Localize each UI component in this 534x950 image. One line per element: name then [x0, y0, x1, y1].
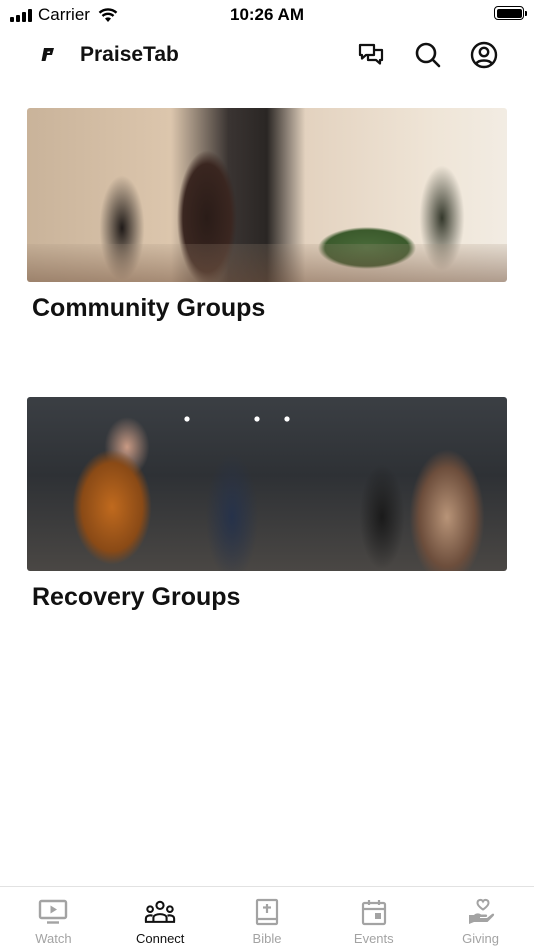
- tab-label-bible: Bible: [252, 931, 282, 946]
- recovery-groups-card[interactable]: Recovery Groups: [27, 397, 507, 612]
- chat-icon[interactable]: [356, 40, 386, 70]
- bottom-tab-bar: Watch Connect Bible Events Giving: [0, 886, 534, 950]
- recovery-groups-photo: [27, 397, 507, 571]
- people-icon: [144, 897, 176, 927]
- bible-icon: [251, 897, 283, 927]
- tab-events[interactable]: Events: [320, 887, 427, 950]
- tab-label-giving: Giving: [462, 931, 500, 946]
- community-groups-title: Community Groups: [32, 294, 266, 322]
- tab-bible[interactable]: Bible: [214, 887, 321, 950]
- community-groups-photo: [27, 108, 507, 282]
- tab-label-connect: Connect: [135, 931, 185, 946]
- battery-icon: [494, 6, 527, 20]
- community-groups-card[interactable]: Community Groups: [27, 108, 507, 323]
- tab-label-watch: Watch: [35, 931, 72, 946]
- app-title: PraiseTab: [80, 43, 179, 66]
- recovery-groups-title: Recovery Groups: [32, 583, 241, 611]
- status-time: 10:26 AM: [229, 5, 304, 24]
- hand-heart-icon: [465, 897, 497, 927]
- app-logo-icon: [41, 48, 54, 61]
- tab-label-events: Events: [353, 931, 394, 946]
- tab-watch[interactable]: Watch: [0, 887, 107, 950]
- status-bar: Carrier 10:26 AM: [0, 0, 534, 30]
- search-icon[interactable]: [413, 40, 443, 70]
- app-header: PraiseTab: [0, 30, 534, 80]
- tab-giving[interactable]: Giving: [427, 887, 534, 950]
- app-screen: Carrier 10:26 AM PraiseTab Community Gro…: [0, 0, 534, 950]
- account-icon[interactable]: [469, 40, 499, 70]
- tab-connect[interactable]: Connect: [107, 887, 214, 950]
- calendar-icon: [358, 897, 390, 927]
- tv-play-icon: [37, 897, 69, 927]
